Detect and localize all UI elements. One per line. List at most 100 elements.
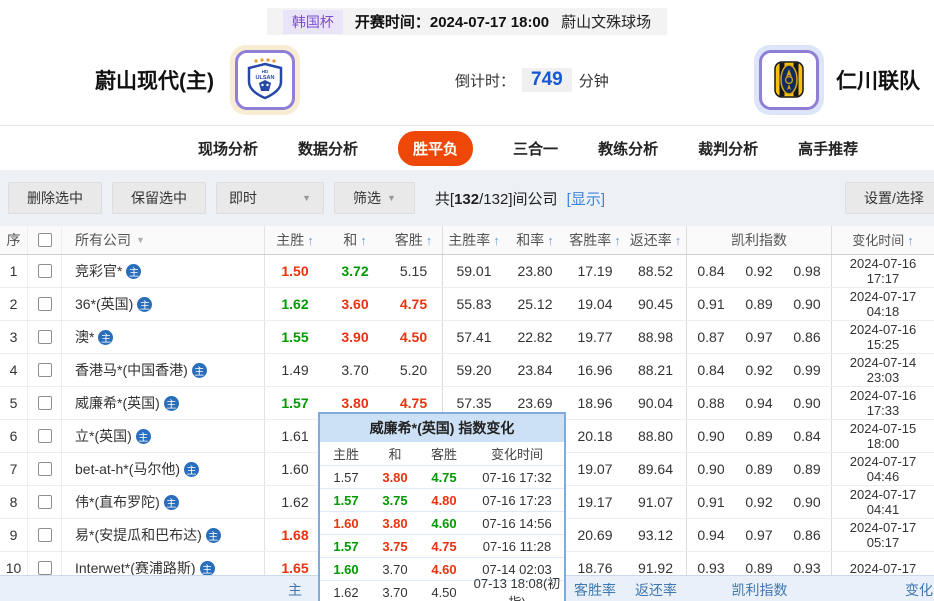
- odds-home[interactable]: 1.50: [265, 255, 325, 287]
- odds-draw[interactable]: 3.70: [325, 354, 385, 386]
- kelly-draw: 0.94: [735, 387, 783, 419]
- company-name[interactable]: 36*(英国): [75, 294, 133, 314]
- return-rate: 88.80: [625, 420, 687, 452]
- popup-odds-draw: 3.75: [372, 493, 418, 508]
- return-rate: 90.45: [625, 288, 687, 320]
- row-index: 1: [0, 255, 28, 287]
- kelly-home: 0.90: [687, 420, 735, 452]
- nav-tab[interactable]: 现场分析: [198, 138, 258, 159]
- odds-draw[interactable]: 3.72: [325, 255, 385, 287]
- odds-home[interactable]: 1.68: [265, 519, 325, 551]
- odds-home[interactable]: 1.62: [265, 288, 325, 320]
- time-mode-select[interactable]: 即时 ▼: [216, 182, 324, 214]
- settings-button[interactable]: 设置/选择: [845, 182, 934, 214]
- row-index: 8: [0, 486, 28, 518]
- company-name[interactable]: 竞彩官*: [75, 261, 122, 281]
- popup-odds-home: 1.62: [320, 585, 372, 600]
- row-checkbox[interactable]: [38, 330, 52, 344]
- odds-home[interactable]: 1.55: [265, 321, 325, 353]
- change-date: 2024-07-16: [850, 322, 917, 337]
- away-team-logo: [754, 45, 824, 115]
- company-name[interactable]: 香港马*(中国香港): [75, 360, 188, 380]
- home-badge-icon: 主: [137, 297, 152, 312]
- odds-draw[interactable]: 3.60: [325, 288, 385, 320]
- show-link[interactable]: [显示]: [567, 191, 605, 208]
- home-badge-icon: 主: [136, 429, 151, 444]
- header-draw-odds[interactable]: 和↑: [325, 226, 385, 254]
- row-index: 7: [0, 453, 28, 485]
- odds-away[interactable]: 4.50: [385, 321, 443, 353]
- header-return-rate[interactable]: 返还率↑: [625, 226, 687, 254]
- select-all-checkbox[interactable]: [38, 233, 52, 247]
- row-checkbox[interactable]: [38, 396, 52, 410]
- odds-home[interactable]: 1.62: [265, 486, 325, 518]
- change-time: 2024-07-17 05:17: [832, 519, 934, 551]
- popup-change-time: 07-16 17:32: [470, 470, 564, 485]
- away-rate: 19.04: [565, 288, 625, 320]
- row-checkbox[interactable]: [38, 528, 52, 542]
- popup-header: 主胜 和 客胜 变化时间: [320, 442, 564, 465]
- header-kelly: 凯利指数: [687, 226, 832, 254]
- company-name[interactable]: 易*(安提瓜和巴布达): [75, 525, 202, 545]
- nav-tab[interactable]: 裁判分析: [698, 138, 758, 159]
- company-name[interactable]: 威廉希*(英国): [75, 393, 160, 413]
- company-count-selected: 132: [454, 191, 479, 208]
- keep-selected-button[interactable]: 保留选中: [112, 182, 206, 214]
- odds-home[interactable]: 1.60: [265, 453, 325, 485]
- popup-odds-away: 4.60: [418, 516, 470, 531]
- odds-home[interactable]: 1.61: [265, 420, 325, 452]
- nav-tab[interactable]: 教练分析: [598, 138, 658, 159]
- top-info-bar: 韩国杯 开赛时间：2024-07-17 18:00 蔚山文殊球场: [267, 8, 667, 35]
- odds-draw[interactable]: 3.90: [325, 321, 385, 353]
- header-home-rate[interactable]: 主胜率↑: [443, 226, 505, 254]
- change-date: 2024-07-15: [850, 421, 917, 436]
- away-rate: 18.96: [565, 387, 625, 419]
- nav-tab[interactable]: 高手推荐: [798, 138, 858, 159]
- odds-away[interactable]: 5.20: [385, 354, 443, 386]
- odds-away[interactable]: 5.15: [385, 255, 443, 287]
- popup-odds-draw: 3.80: [372, 516, 418, 531]
- header-company[interactable]: 所有公司 ▼: [62, 226, 265, 254]
- change-time: 2024-07-14 23:03: [832, 354, 934, 386]
- company-name[interactable]: 立*(英国): [75, 426, 132, 446]
- header-away-odds[interactable]: 客胜↑: [385, 226, 443, 254]
- company-name[interactable]: 伟*(直布罗陀): [75, 492, 160, 512]
- odds-home[interactable]: 1.49: [265, 354, 325, 386]
- odds-away[interactable]: 4.75: [385, 288, 443, 320]
- popup-odds-home: 1.60: [320, 516, 372, 531]
- delete-selected-button[interactable]: 删除选中: [8, 182, 102, 214]
- header-draw-rate[interactable]: 和率↑: [505, 226, 565, 254]
- row-checkbox[interactable]: [38, 297, 52, 311]
- header-home-odds[interactable]: 主胜↑: [265, 226, 325, 254]
- row-checkbox[interactable]: [38, 495, 52, 509]
- nav-tab[interactable]: 三合一: [513, 138, 558, 159]
- odds-home[interactable]: 1.57: [265, 387, 325, 419]
- nav-tab[interactable]: 数据分析: [298, 138, 358, 159]
- kelly-home: 0.94: [687, 519, 735, 551]
- popup-change-time: 07-16 11:28: [470, 539, 564, 554]
- filter-button[interactable]: 筛选 ▼: [334, 182, 415, 214]
- company-name[interactable]: 澳*: [75, 327, 94, 347]
- nav-tab-label: 现场分析: [198, 141, 258, 158]
- home-badge-icon: 主: [164, 396, 179, 411]
- row-checkbox[interactable]: [38, 363, 52, 377]
- header-change-time[interactable]: 变化时间↑: [832, 226, 934, 254]
- nav-tab-label: 裁判分析: [698, 141, 758, 158]
- popup-odds-away: 4.80: [418, 493, 470, 508]
- nav-tab[interactable]: 胜平负: [398, 131, 473, 166]
- row-checkbox[interactable]: [38, 462, 52, 476]
- header-away-rate[interactable]: 客胜率↑: [565, 226, 625, 254]
- incheon-crest-icon: [766, 57, 812, 103]
- kelly-home: 0.88: [687, 387, 735, 419]
- away-rate: 19.77: [565, 321, 625, 353]
- row-checkbox[interactable]: [38, 264, 52, 278]
- popup-change-time: 07-16 17:23: [470, 493, 564, 508]
- popup-odds-home: 1.57: [320, 539, 372, 554]
- popup-odds-away: 4.75: [418, 470, 470, 485]
- company-name[interactable]: bet-at-h*(马尔他): [75, 459, 180, 479]
- home-rate: 57.41: [443, 321, 505, 353]
- row-checkbox[interactable]: [38, 429, 52, 443]
- row-checkbox[interactable]: [38, 561, 52, 575]
- home-badge-icon: 主: [200, 561, 215, 576]
- league-badge[interactable]: 韩国杯: [283, 10, 343, 34]
